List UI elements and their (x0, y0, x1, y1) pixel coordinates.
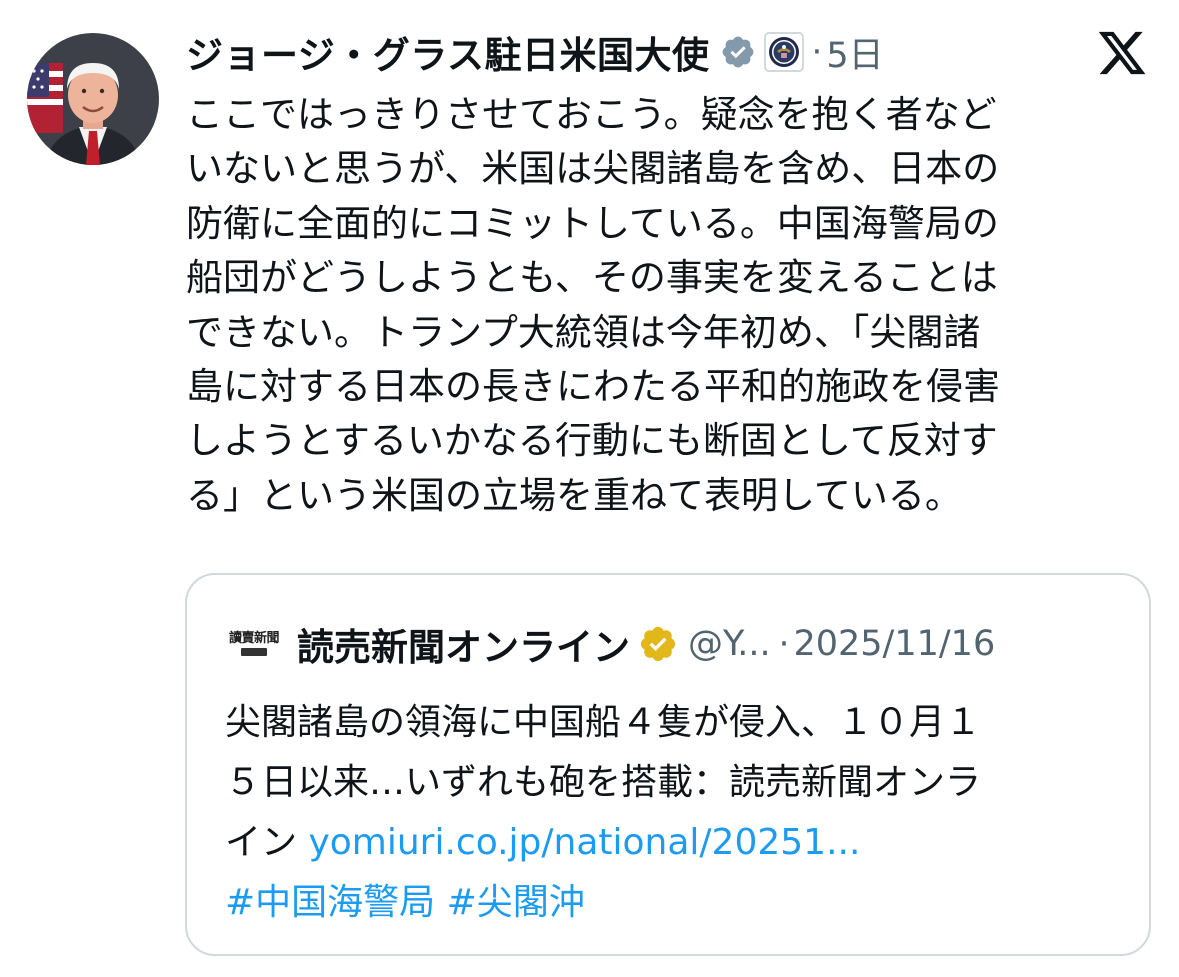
separator-dot: · (778, 624, 790, 664)
tweet-text-line: 船団がどうしようとも、その事実を変えることは (186, 256, 998, 300)
tweet-text-line: できない。トランプ大統領は今年初め、「尖閣諸 (186, 310, 981, 354)
logo-subline (241, 648, 267, 656)
affiliate-badge[interactable] (763, 32, 804, 72)
tweet-text-line: しようとするいかなる行動にも断固として反対す (186, 419, 998, 463)
tweet-text-line: る」という米国の立場を重ねて表明している。 (186, 473, 962, 517)
avatar-photo (27, 33, 159, 165)
tweet-timestamp[interactable]: 5日 (826, 27, 883, 78)
us-state-department-seal-icon (768, 37, 799, 67)
tweet-header: ジョージ・グラス駐日米国大使 · 5日 (186, 25, 884, 79)
avatar[interactable] (27, 33, 159, 165)
gray-check-icon[interactable] (720, 34, 756, 70)
quote-text: 尖閣諸島の領海に中国船４隻が侵入、１０月１ ５日以来…いずれも砲を搭載：読売新聞… (225, 693, 1125, 933)
article-link[interactable]: yomiuri.co.jp/national/20251... (308, 822, 860, 863)
tweet-text-line: いないと思うが、米国は尖閣諸島を含め、日本の (186, 147, 1000, 191)
tweet-text-line: 島に対する日本の長きにわたる平和的施政を侵害 (186, 365, 1000, 409)
hashtag-link[interactable]: #尖閣沖 (447, 882, 585, 923)
tweet-text-line: ここではっきりさせておこう。疑念を抱く者など (186, 93, 997, 136)
x-logo-icon[interactable] (1094, 27, 1150, 79)
quoted-tweet-card[interactable]: 讀賣新聞 読売新聞オンライン @Y... · 2025/11/16 尖閣諸島の領… (185, 573, 1151, 956)
quote-handle[interactable]: @Y... (688, 624, 771, 664)
hashtag-line: #中国海警局 #尖閣沖 (225, 873, 1125, 933)
quote-text-line: 尖閣諸島の領海に中国船４隻が侵入、１０月１ (225, 702, 982, 743)
quote-text-line: ５日以来…いずれも砲を搭載：読売新聞オンラ (225, 762, 982, 803)
quote-date[interactable]: 2025/11/16 (793, 624, 995, 664)
quote-avatar-logo[interactable]: 讀賣新聞 (225, 627, 283, 661)
tweet-text-line: 防衛に全面的にコミットしている。中国海警局の (186, 201, 999, 245)
gold-check-icon[interactable] (638, 624, 678, 664)
quote-header: 讀賣新聞 読売新聞オンライン @Y... · 2025/11/16 (225, 619, 995, 669)
hashtag-link[interactable]: #中国海警局 (225, 882, 435, 923)
tweet-text: ここではっきりさせておこう。疑念を抱く者など いないと思うが、米国は尖閣諸島を含… (186, 88, 1121, 523)
separator-dot: · (811, 32, 823, 72)
quote-text-line: イン yomiuri.co.jp/national/20251... (225, 813, 1125, 873)
quote-text-segment: イン (225, 822, 309, 863)
author-display-name[interactable]: ジョージ・グラス駐日米国大使 (186, 25, 710, 79)
quote-author-name[interactable]: 読売新聞オンライン (297, 617, 630, 671)
yomiuri-logo-text: 讀賣新聞 (228, 631, 280, 646)
